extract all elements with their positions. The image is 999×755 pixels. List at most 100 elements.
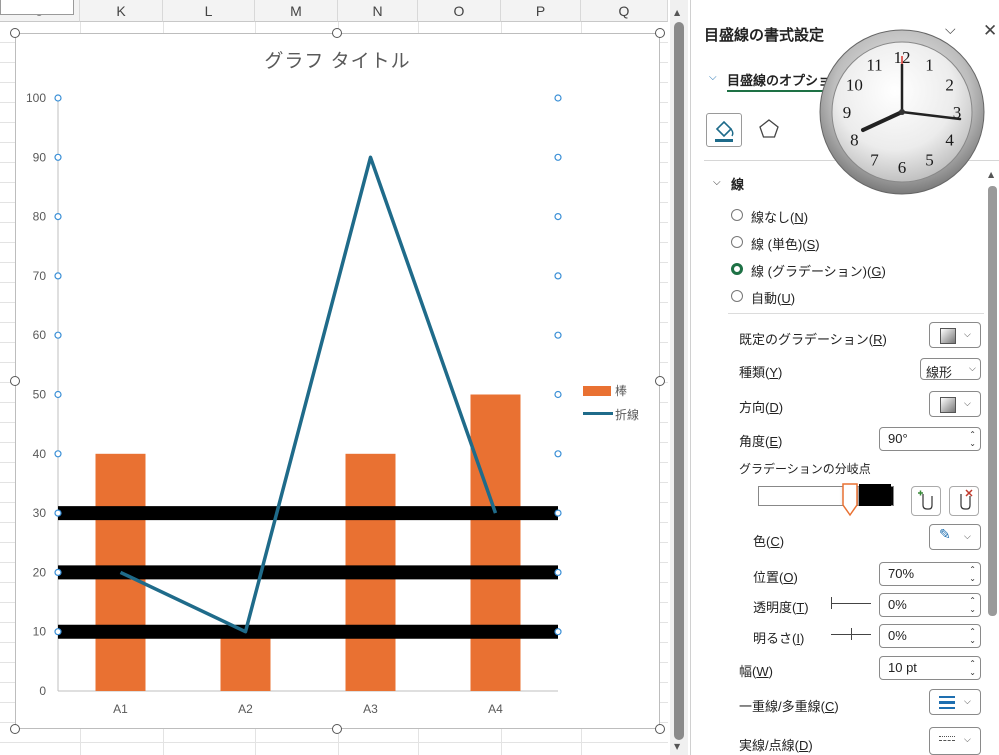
gridline-handle-left[interactable] (54, 628, 62, 636)
legend-label-line: 折線 (615, 408, 640, 422)
radio-button[interactable] (731, 236, 743, 248)
scroll-up-arrow-icon[interactable]: ▲ (674, 8, 680, 17)
remove-gradient-stop-button[interactable] (949, 486, 979, 516)
width-label: 幅(W) (739, 664, 773, 679)
gradient-stop-black[interactable] (859, 484, 891, 506)
y-tick-label[interactable]: 60 (33, 328, 47, 342)
bar-A4[interactable] (470, 394, 521, 692)
spinner-arrows-icon[interactable]: ⌃ ⌄ (969, 627, 976, 645)
spinner-arrows-icon[interactable]: ⌃ ⌄ (969, 596, 976, 614)
bar-A2[interactable] (220, 631, 271, 691)
resize-handle-bottom-right[interactable] (655, 724, 665, 734)
y-tick-label[interactable]: 10 (33, 625, 47, 639)
x-tick-label[interactable]: A4 (488, 702, 503, 716)
type-dropdown[interactable]: 線形 ⌵ (920, 358, 981, 380)
line-section-chevron-icon[interactable]: ⌵ (713, 177, 721, 188)
position-label: 位置(O) (753, 570, 798, 585)
chevron-down-icon: ⌵ (969, 364, 976, 374)
gridline-handle-right[interactable] (554, 331, 562, 339)
gridline-handle-right[interactable] (554, 509, 562, 517)
gridline-handle-left[interactable] (54, 568, 62, 577)
transparency-slider-track[interactable] (831, 603, 871, 604)
y-tick-label[interactable]: 80 (33, 210, 47, 224)
gridline-handle-left[interactable] (54, 94, 62, 102)
x-tick-label[interactable]: A1 (113, 702, 128, 716)
radio-button[interactable] (731, 290, 743, 302)
brightness-slider-thumb[interactable] (851, 628, 852, 640)
direction-dropdown[interactable]: ⌵ (929, 391, 981, 417)
line-series[interactable] (119, 155, 498, 634)
spinner-arrows-icon[interactable]: ⌃ ⌄ (969, 565, 976, 583)
resize-handle-bottom[interactable] (332, 724, 342, 734)
resize-handle-top[interactable] (332, 28, 342, 38)
compound-type-dropdown[interactable]: ⌵ (929, 689, 981, 715)
radio-button-selected[interactable] (731, 263, 743, 275)
x-tick-label[interactable]: A2 (238, 702, 253, 716)
resize-handle-top-left[interactable] (10, 28, 20, 38)
spinner-arrows-icon[interactable]: ⌃ ⌄ (969, 430, 976, 448)
color-dropdown[interactable]: ✎ ⌵ (929, 524, 981, 550)
angle-input[interactable]: 90° ⌃ ⌄ (879, 427, 981, 451)
gridline-handle-right[interactable] (554, 450, 562, 458)
gridline-handle-left[interactable] (54, 390, 62, 399)
line-section-header[interactable]: 線 (731, 174, 744, 193)
y-tick-label[interactable]: 30 (33, 506, 47, 520)
clock-numeral: 5 (925, 151, 934, 170)
y-tick-label[interactable]: 70 (33, 269, 47, 283)
gridline-handle-left[interactable] (54, 213, 62, 221)
sheet-scroll-thumb[interactable] (674, 22, 684, 740)
y-tick-label[interactable]: 100 (26, 91, 46, 105)
position-input[interactable]: 70% ⌃ ⌄ (879, 562, 981, 586)
spinner-arrows-icon[interactable]: ⌃ ⌄ (969, 659, 976, 677)
gridline-handle-right[interactable] (554, 272, 562, 280)
transparency-input[interactable]: 0% ⌃ ⌄ (879, 593, 981, 617)
color-label: 色(C) (753, 534, 785, 549)
gradient-swatch-icon (940, 328, 956, 344)
type-value: 線形 (926, 365, 953, 380)
add-gradient-stop-button[interactable] (911, 486, 941, 516)
y-tick-label[interactable]: 40 (33, 447, 47, 461)
y-tick-label[interactable]: 50 (33, 388, 47, 402)
gridline-handle-left[interactable] (54, 331, 62, 339)
x-tick-label[interactable]: A3 (363, 702, 378, 716)
dash-line-icon (939, 736, 955, 737)
resize-handle-bottom-left[interactable] (10, 724, 20, 734)
gridline-handle-right[interactable] (554, 568, 562, 577)
resize-handle-right[interactable] (655, 376, 665, 386)
y-tick-label[interactable]: 90 (33, 150, 47, 164)
chart-plot[interactable]: 0 10 20 30 40 50 60 70 80 90 100 A1 A2 A3 A4 (0, 0, 668, 755)
y-tick-label[interactable]: 20 (33, 565, 47, 579)
pane-scroll-up-icon[interactable]: ▲ (988, 170, 994, 179)
dash-type-label: 実線/点線(D) (739, 738, 813, 753)
gradient-stop-selected[interactable] (841, 483, 859, 517)
divider (728, 313, 984, 314)
gridline-handle-right[interactable] (554, 390, 562, 399)
pane-scroll-thumb[interactable] (988, 186, 997, 616)
scroll-down-arrow-icon[interactable]: ▼ (674, 742, 680, 751)
clock-widget[interactable]: 12 1234567891011 (818, 28, 986, 196)
gridline-handle-left[interactable] (54, 450, 62, 458)
gridline-handle-left[interactable] (54, 153, 62, 161)
resize-handle-top-right[interactable] (655, 28, 665, 38)
gridline-handle-right[interactable] (554, 94, 562, 102)
fill-line-category-button[interactable] (706, 113, 742, 147)
clock-numeral: 8 (850, 131, 859, 150)
chevron-down-icon: ⌵ (709, 72, 717, 83)
resize-handle-left[interactable] (10, 376, 20, 386)
gridline-handle-left[interactable] (54, 272, 62, 280)
dash-type-dropdown[interactable]: ⌵ (929, 727, 981, 755)
gridline-handle-right[interactable] (554, 153, 562, 161)
pane-title: 目盛線の書式設定 (704, 27, 825, 44)
clock-numeral: 11 (866, 55, 882, 74)
preset-gradient-label: 既定のグラデーション(R) (739, 332, 887, 347)
width-input[interactable]: 10 pt ⌃ ⌄ (879, 656, 981, 680)
gridline-handle-right[interactable] (554, 628, 562, 636)
clock-numeral: 9 (843, 103, 852, 122)
brightness-input[interactable]: 0% ⌃ ⌄ (879, 624, 981, 648)
y-tick-label[interactable]: 0 (39, 684, 46, 698)
preset-gradient-dropdown[interactable]: ⌵ (929, 322, 981, 348)
radio-button[interactable] (731, 209, 743, 221)
pentagon-effects-icon[interactable] (757, 117, 781, 141)
gridline-handle-left[interactable] (54, 509, 62, 517)
gridline-handle-right[interactable] (554, 213, 562, 221)
